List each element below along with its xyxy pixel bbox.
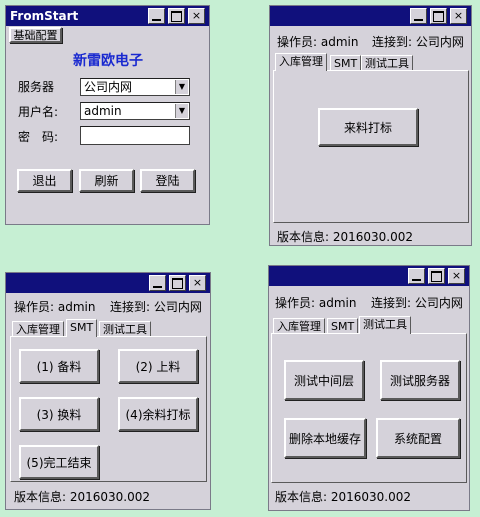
login-button[interactable]: 登陆 xyxy=(140,169,195,192)
tab-inbound[interactable]: 入库管理 xyxy=(275,53,327,71)
minimize-icon xyxy=(152,19,161,21)
minimize-icon xyxy=(412,279,421,281)
server-value: 公司内网 xyxy=(84,80,133,94)
exit-button[interactable]: 退出 xyxy=(17,169,72,192)
close-button[interactable]: × xyxy=(189,275,206,291)
minimize-button[interactable] xyxy=(149,275,166,291)
tab-inbound[interactable]: 入库管理 xyxy=(273,318,325,334)
maximize-button[interactable] xyxy=(428,268,445,284)
maximize-button[interactable] xyxy=(169,275,186,291)
close-button[interactable]: × xyxy=(450,8,467,24)
system-config-button[interactable]: 系统配置 xyxy=(376,418,460,458)
minimize-icon xyxy=(153,286,162,288)
username-label: 用户名: xyxy=(18,105,59,119)
tab-smt[interactable]: SMT xyxy=(66,319,98,337)
username-value: admin xyxy=(84,104,122,118)
operator-label: 操作员: admin xyxy=(277,35,359,49)
inbound-titlebar: × xyxy=(270,6,471,26)
smt-window: × 操作员: admin 连接到: 公司内网 入库管理 SMT 测试工具 (1)… xyxy=(5,272,211,510)
close-icon: × xyxy=(192,276,203,289)
close-button[interactable]: × xyxy=(448,268,465,284)
tools-window: × 操作员: admin 连接到: 公司内网 入库管理 SMT 测试工具 测试中… xyxy=(268,265,470,511)
chevron-down-icon[interactable]: ▼ xyxy=(175,104,188,118)
close-icon: × xyxy=(451,269,462,282)
maximize-icon xyxy=(172,278,183,289)
basic-config-button[interactable]: 基础配置 xyxy=(9,27,62,43)
operator-label: 操作员: admin xyxy=(14,300,96,314)
username-select[interactable]: admin ▼ xyxy=(80,102,190,120)
tab-test-tools[interactable]: 测试工具 xyxy=(359,316,411,334)
tab-panel: 测试中间层 测试服务器 删除本地缓存 系统配置 xyxy=(271,333,467,483)
tools-titlebar: × xyxy=(269,266,469,286)
server-select[interactable]: 公司内网 ▼ xyxy=(80,78,190,96)
company-title: 新雷欧电子 xyxy=(73,53,143,69)
prepare-material-button[interactable]: (1) 备料 xyxy=(19,349,99,383)
connection-label: 连接到: 公司内网 xyxy=(372,35,464,49)
maximize-button[interactable] xyxy=(430,8,447,24)
smt-titlebar: × xyxy=(6,273,210,293)
maximize-icon xyxy=(171,11,182,22)
minimize-button[interactable] xyxy=(410,8,427,24)
connection-label: 连接到: 公司内网 xyxy=(371,296,463,310)
minimize-icon xyxy=(414,19,423,21)
maximize-button[interactable] xyxy=(168,8,185,24)
window-title: FromStart xyxy=(10,9,79,23)
refresh-button[interactable]: 刷新 xyxy=(79,169,134,192)
password-label: 密 码: xyxy=(18,130,59,144)
version-label: 版本信息: 2016030.002 xyxy=(275,490,412,504)
login-window: FromStart × 基础配置 新雷欧电子 服务器 公司内网 ▼ 用户名: a… xyxy=(5,5,210,225)
clear-local-cache-button[interactable]: 删除本地缓存 xyxy=(284,418,366,458)
test-server-button[interactable]: 测试服务器 xyxy=(380,360,460,400)
tab-panel: (1) 备料 (2) 上料 (3) 换料 (4)余料打标 (5)完工结束 xyxy=(10,336,207,482)
minimize-button[interactable] xyxy=(408,268,425,284)
tab-test-tools[interactable]: 测试工具 xyxy=(99,321,151,337)
load-material-button[interactable]: (2) 上料 xyxy=(118,349,198,383)
test-middleware-button[interactable]: 测试中间层 xyxy=(284,360,364,400)
close-icon: × xyxy=(453,9,464,22)
maximize-icon xyxy=(431,271,442,282)
operator-label: 操作员: admin xyxy=(275,296,357,310)
version-label: 版本信息: 2016030.002 xyxy=(277,230,414,244)
version-label: 版本信息: 2016030.002 xyxy=(14,490,151,504)
login-titlebar: FromStart × xyxy=(6,6,209,26)
server-label: 服务器 xyxy=(18,80,55,94)
tab-test-tools[interactable]: 测试工具 xyxy=(361,55,413,71)
password-field[interactable] xyxy=(80,126,190,145)
finish-button[interactable]: (5)完工结束 xyxy=(19,445,99,479)
minimize-button[interactable] xyxy=(148,8,165,24)
chevron-down-icon[interactable]: ▼ xyxy=(175,80,188,94)
incoming-label-button[interactable]: 来料打标 xyxy=(318,108,418,146)
tab-smt[interactable]: SMT xyxy=(327,318,359,334)
maximize-icon xyxy=(433,11,444,22)
remaining-label-button[interactable]: (4)余料打标 xyxy=(118,397,198,431)
tab-inbound[interactable]: 入库管理 xyxy=(12,321,64,337)
close-button[interactable]: × xyxy=(188,8,205,24)
tab-panel: 来料打标 xyxy=(273,70,469,223)
tab-smt[interactable]: SMT xyxy=(330,55,362,71)
connection-label: 连接到: 公司内网 xyxy=(110,300,202,314)
change-material-button[interactable]: (3) 换料 xyxy=(19,397,99,431)
close-icon: × xyxy=(191,9,202,22)
inbound-window: × 操作员: admin 连接到: 公司内网 入库管理 SMT 测试工具 来料打… xyxy=(269,5,472,246)
